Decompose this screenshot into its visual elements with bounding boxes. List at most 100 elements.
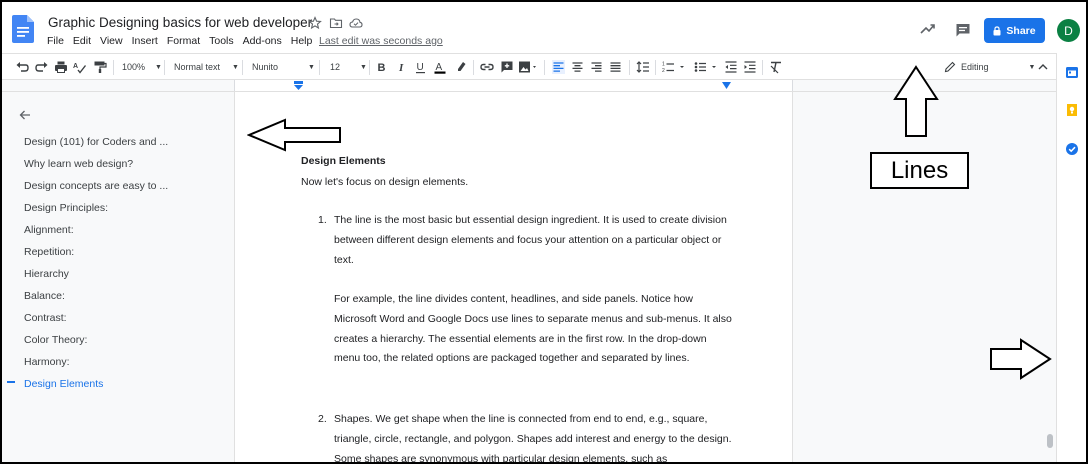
- collapse-menus-icon[interactable]: [1037, 60, 1049, 74]
- menu-edit[interactable]: Edit: [73, 35, 91, 47]
- align-left-icon[interactable]: [552, 60, 565, 74]
- outline-item-harmony[interactable]: Harmony:: [24, 356, 70, 368]
- pencil-icon: [944, 61, 956, 73]
- font-family-select[interactable]: Nunito ▼: [252, 60, 315, 74]
- chevron-down-icon: ▼: [232, 63, 239, 71]
- left-indent-marker-icon[interactable]: [294, 81, 303, 91]
- list-number: 1.: [318, 214, 327, 226]
- lock-icon: [993, 25, 1001, 35]
- font-size-select[interactable]: 12 ▼: [330, 60, 367, 74]
- share-button[interactable]: Share: [984, 18, 1045, 43]
- list-item-paragraph: The line is the most basic but essential…: [334, 214, 727, 266]
- chevron-down-icon: ▼: [308, 63, 315, 71]
- italic-icon[interactable]: I: [396, 60, 408, 74]
- outline-item-alignment[interactable]: Alignment:: [24, 224, 74, 236]
- document-outline: Design (101) for Coders and ... Why lear…: [2, 92, 194, 422]
- line-spacing-icon[interactable]: [636, 60, 650, 74]
- menu-file[interactable]: File: [47, 35, 64, 47]
- chevron-down-icon: ▼: [1028, 63, 1036, 71]
- redo-icon[interactable]: [35, 60, 49, 74]
- menu-insert[interactable]: Insert: [132, 35, 158, 47]
- docs-logo-icon[interactable]: [12, 15, 34, 43]
- decrease-indent-icon[interactable]: [724, 60, 738, 74]
- header: Graphic Designing basics for web develop…: [2, 2, 1086, 52]
- tasks-icon[interactable]: [1065, 142, 1079, 156]
- bulleted-list-icon[interactable]: [694, 60, 720, 74]
- svg-text:1: 1: [662, 62, 665, 68]
- justify-icon[interactable]: [609, 60, 622, 74]
- bold-icon[interactable]: B: [376, 60, 388, 74]
- svg-text:I: I: [398, 62, 404, 74]
- clear-formatting-icon[interactable]: [769, 60, 783, 74]
- align-center-icon[interactable]: [571, 60, 584, 74]
- cloud-status-icon[interactable]: [349, 16, 363, 30]
- zoom-select[interactable]: 100% ▼: [122, 60, 162, 74]
- zoom-value: 100%: [122, 62, 146, 72]
- add-comment-icon[interactable]: [500, 60, 514, 74]
- outline-item-hierarchy[interactable]: Hierarchy: [24, 268, 69, 280]
- numbered-list-icon[interactable]: 12: [662, 60, 686, 74]
- svg-text:U: U: [417, 62, 424, 73]
- svg-text:A: A: [73, 63, 78, 70]
- insert-image-icon[interactable]: [518, 60, 538, 74]
- outline-item-contrast[interactable]: Contrast:: [24, 312, 67, 324]
- outline-item-color-theory[interactable]: Color Theory:: [24, 334, 87, 346]
- keep-notes-icon[interactable]: [1065, 103, 1079, 117]
- toolbar-divider: [629, 60, 630, 75]
- scrollbar-thumb[interactable]: [1047, 434, 1053, 448]
- menu-add-ons[interactable]: Add-ons: [243, 35, 282, 47]
- chevron-down-icon: ▼: [155, 63, 162, 71]
- comments-icon[interactable]: [955, 22, 971, 38]
- outline-item-why-learn[interactable]: Why learn web design?: [24, 158, 133, 170]
- increase-indent-icon[interactable]: [743, 60, 757, 74]
- star-icon[interactable]: [308, 16, 322, 30]
- right-indent-marker-icon[interactable]: [722, 82, 731, 90]
- arrow-back-icon[interactable]: [18, 108, 32, 122]
- outline-item-repetition[interactable]: Repetition:: [24, 246, 74, 258]
- last-edit-link[interactable]: Last edit was seconds ago: [319, 35, 443, 47]
- toolbar-divider: [762, 60, 763, 75]
- menu-help[interactable]: Help: [291, 35, 313, 47]
- up-arrow-annotation-icon: [893, 65, 939, 137]
- paint-format-icon[interactable]: [93, 60, 107, 74]
- avatar[interactable]: D: [1057, 19, 1080, 42]
- outline-item-balance[interactable]: Balance:: [24, 290, 65, 302]
- toolbar-divider: [319, 60, 320, 75]
- editing-mode-select[interactable]: Editing ▼: [944, 60, 1035, 74]
- paragraph-style-select[interactable]: Normal text ▼: [174, 60, 239, 74]
- svg-text:A: A: [436, 62, 443, 73]
- document-heading: Design Elements: [301, 155, 386, 167]
- document-intro: Now let's focus on design elements.: [301, 176, 469, 188]
- align-right-icon[interactable]: [590, 60, 603, 74]
- menu-format[interactable]: Format: [167, 35, 200, 47]
- toolbar-divider: [113, 60, 114, 75]
- insert-link-icon[interactable]: [480, 60, 494, 74]
- app-window: Graphic Designing basics for web develop…: [0, 0, 1088, 464]
- print-icon[interactable]: [54, 60, 68, 74]
- document-title[interactable]: Graphic Designing basics for web develop…: [48, 15, 312, 30]
- calendar-icon[interactable]: [1065, 65, 1079, 79]
- activity-trend-icon[interactable]: [920, 22, 936, 36]
- outline-item-principles[interactable]: Design Principles:: [24, 202, 108, 214]
- undo-icon[interactable]: [15, 60, 29, 74]
- underline-icon[interactable]: U: [415, 60, 427, 74]
- toolbar-divider: [655, 60, 656, 75]
- horizontal-ruler[interactable]: [234, 80, 793, 91]
- move-to-folder-icon[interactable]: [329, 16, 343, 30]
- spellcheck-icon[interactable]: A: [73, 60, 87, 74]
- menu-tools[interactable]: Tools: [209, 35, 234, 47]
- outline-item-concepts-easy[interactable]: Design concepts are easy to ...: [24, 180, 168, 192]
- highlight-color-icon[interactable]: [455, 60, 467, 74]
- share-label: Share: [1006, 24, 1036, 37]
- toolbar-divider: [164, 60, 165, 75]
- menu-view[interactable]: View: [100, 35, 123, 47]
- text-color-icon[interactable]: A: [434, 60, 446, 74]
- list-number: 2.: [318, 413, 327, 425]
- menu-bar: File Edit View Insert Format Tools Add-o…: [47, 35, 321, 47]
- outline-item-design-elements[interactable]: Design Elements: [24, 378, 103, 390]
- toolbar-divider: [544, 60, 545, 75]
- svg-text:2: 2: [662, 68, 665, 74]
- outline-item-design-101[interactable]: Design (101) for Coders and ...: [24, 136, 168, 148]
- chevron-down-icon: ▼: [360, 63, 367, 71]
- toolbar-divider: [473, 60, 474, 75]
